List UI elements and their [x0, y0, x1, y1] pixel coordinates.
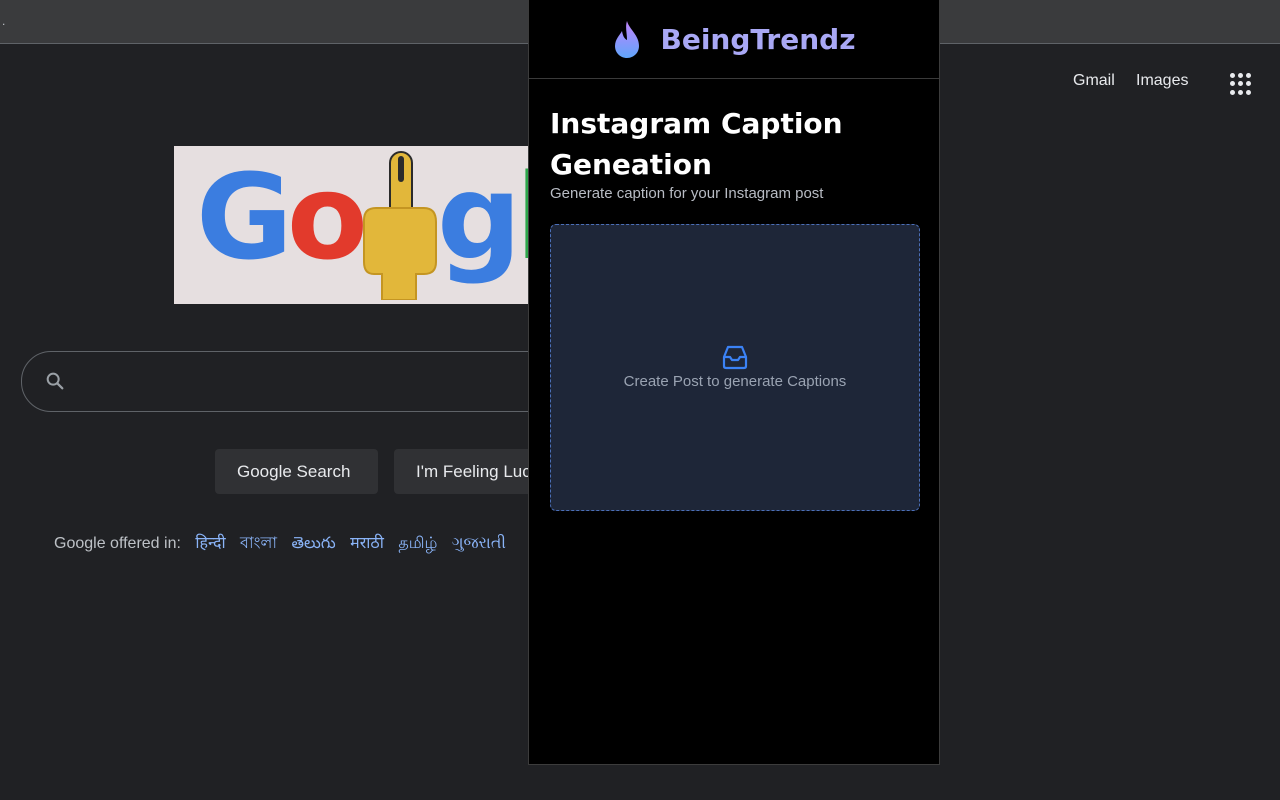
flame-icon	[615, 21, 640, 58]
inbox-icon	[722, 345, 748, 370]
page-subtitle: Generate caption for your Instagram post	[550, 185, 824, 202]
language-link[interactable]: ગુજરાતી	[452, 535, 506, 552]
google-doodle[interactable]: Googl	[174, 146, 554, 304]
images-link[interactable]: Images	[1136, 72, 1188, 90]
apps-grid-icon[interactable]	[1229, 72, 1253, 96]
search-icon	[46, 372, 64, 390]
popup-body: Instagram Caption Geneation Generate cap…	[529, 79, 939, 511]
language-link[interactable]: मराठी	[350, 535, 384, 552]
create-post-dropzone[interactable]: Create Post to generate Captions	[550, 224, 920, 511]
browser-top-bar-mark: .	[2, 14, 6, 28]
extension-popup: BeingTrendz Instagram Caption Geneation …	[528, 0, 940, 765]
google-search-button[interactable]: Google Search	[215, 449, 378, 494]
popup-header: BeingTrendz	[529, 0, 939, 79]
page-title: Instagram Caption Geneation	[550, 107, 843, 181]
offered-label: Google offered in:	[54, 535, 181, 552]
language-link[interactable]: தமிழ்	[398, 535, 437, 552]
language-link[interactable]: हिन्दी	[195, 535, 225, 552]
voting-finger-icon	[363, 151, 437, 300]
brand-name: BeingTrendz	[660, 22, 856, 56]
language-link[interactable]: বাংলা	[240, 535, 277, 552]
empty-state-text: Create Post to generate Captions	[623, 373, 847, 390]
language-link[interactable]: తెలుగు	[292, 535, 336, 552]
gmail-link[interactable]: Gmail	[1073, 72, 1115, 90]
language-offer: Google offered in: हिन्दी বাংলা తెలుగు म…	[54, 530, 506, 557]
